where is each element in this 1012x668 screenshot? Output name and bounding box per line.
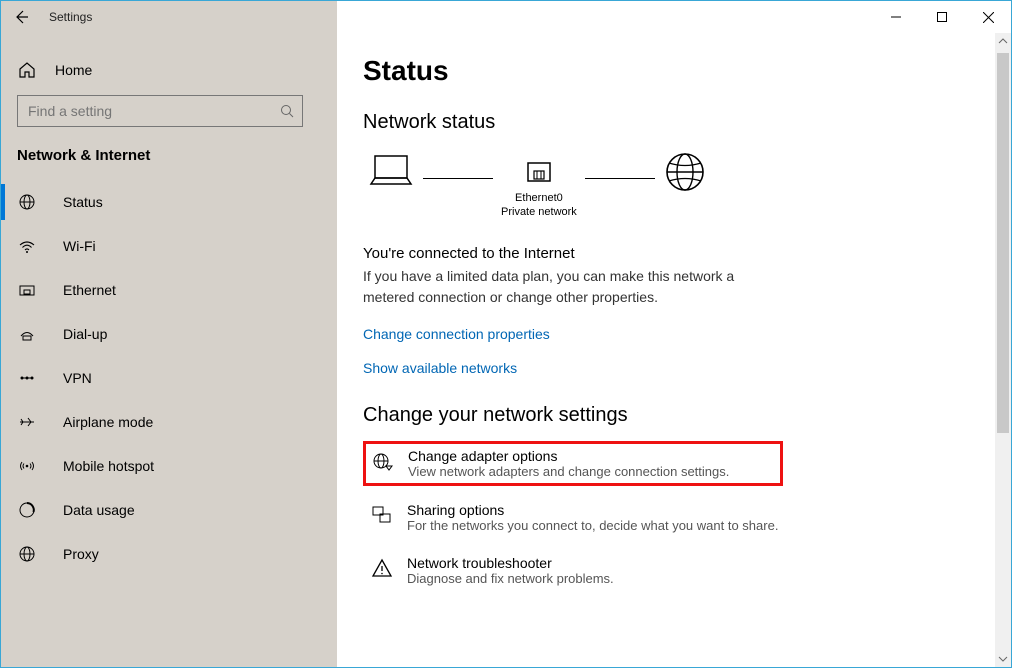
- search-input[interactable]: [26, 102, 266, 120]
- close-icon: [983, 12, 994, 23]
- window-controls: [873, 1, 1011, 33]
- scrollbar-thumb[interactable]: [997, 53, 1009, 433]
- pc-node: [367, 152, 415, 225]
- arrow-left-icon: [13, 9, 29, 25]
- titlebar: Settings: [1, 1, 1011, 33]
- main-content: Status Network status Ethernet0 Private n…: [337, 33, 1011, 667]
- link-change-connection-properties[interactable]: Change connection properties: [363, 326, 550, 342]
- proxy-icon: [17, 545, 37, 563]
- sidebar-item-proxy[interactable]: Proxy: [17, 532, 321, 576]
- adapter-name: Ethernet0: [515, 192, 563, 204]
- window-title: Settings: [49, 10, 92, 24]
- option-title: Change adapter options: [408, 448, 729, 464]
- minimize-icon: [891, 12, 901, 22]
- option-sharing[interactable]: Sharing options For the networks you con…: [363, 496, 971, 539]
- maximize-icon: [937, 12, 947, 22]
- page-title: Status: [363, 55, 971, 87]
- dialup-icon: [17, 325, 37, 343]
- airplane-icon: [17, 413, 37, 431]
- search-icon: [280, 104, 294, 118]
- globe-icon: [17, 193, 37, 211]
- section-change-settings: Change your network settings: [363, 404, 971, 427]
- settings-window: Settings Home Network & Internet: [0, 0, 1012, 668]
- sidebar-item-label: VPN: [63, 370, 92, 386]
- connection-line: [423, 178, 493, 179]
- sidebar-item-wifi[interactable]: Wi-Fi: [17, 224, 321, 268]
- sidebar-item-datausage[interactable]: Data usage: [17, 488, 321, 532]
- connection-headline: You're connected to the Internet: [363, 245, 971, 262]
- minimize-button[interactable]: [873, 1, 919, 33]
- sidebar-item-ethernet[interactable]: Ethernet: [17, 268, 321, 312]
- home-label: Home: [55, 62, 92, 78]
- connection-description: If you have a limited data plan, you can…: [363, 266, 773, 308]
- sidebar-item-airplane[interactable]: Airplane mode: [17, 400, 321, 444]
- hotspot-icon: [17, 457, 37, 475]
- search-box[interactable]: [17, 95, 303, 127]
- scrollbar[interactable]: [995, 33, 1011, 667]
- option-title: Sharing options: [407, 502, 778, 518]
- sharing-icon: [369, 502, 395, 526]
- home-button[interactable]: Home: [17, 55, 321, 85]
- wifi-icon: [17, 237, 37, 255]
- back-button[interactable]: [1, 1, 41, 33]
- option-desc: For the networks you connect to, decide …: [407, 518, 778, 533]
- option-title: Network troubleshooter: [407, 555, 614, 571]
- section-network-status: Network status: [363, 111, 971, 134]
- laptop-icon: [367, 152, 415, 192]
- close-button[interactable]: [965, 1, 1011, 33]
- sidebar-item-label: Status: [63, 194, 103, 210]
- adapter-options-icon: [370, 448, 396, 472]
- sidebar-item-hotspot[interactable]: Mobile hotspot: [17, 444, 321, 488]
- scroll-down-icon[interactable]: [995, 651, 1011, 667]
- vpn-icon: [17, 369, 37, 387]
- option-change-adapter[interactable]: Change adapter options View network adap…: [363, 441, 783, 486]
- sidebar-item-status[interactable]: Status: [17, 180, 321, 224]
- sidebar-item-label: Mobile hotspot: [63, 458, 154, 474]
- category-heading: Network & Internet: [17, 145, 321, 166]
- connection-line: [585, 178, 655, 179]
- internet-node: [663, 150, 707, 227]
- network-type: Private network: [501, 206, 577, 218]
- sidebar-item-dialup[interactable]: Dial-up: [17, 312, 321, 356]
- sidebar-item-label: Ethernet: [63, 282, 116, 298]
- maximize-button[interactable]: [919, 1, 965, 33]
- option-troubleshooter[interactable]: Network troubleshooter Diagnose and fix …: [363, 549, 971, 592]
- scroll-up-icon[interactable]: [995, 33, 1011, 49]
- network-diagram: Ethernet0 Private network: [367, 150, 971, 227]
- globe-icon: [663, 150, 707, 194]
- link-show-available-networks[interactable]: Show available networks: [363, 360, 517, 376]
- data-usage-icon: [17, 501, 37, 519]
- sidebar-item-label: Data usage: [63, 502, 135, 518]
- warning-icon: [369, 555, 395, 579]
- adapter-node: Ethernet0 Private network: [501, 157, 577, 220]
- sidebar-item-vpn[interactable]: VPN: [17, 356, 321, 400]
- option-desc: View network adapters and change connect…: [408, 464, 729, 479]
- option-desc: Diagnose and fix network problems.: [407, 571, 614, 586]
- sidebar: Home Network & Internet Status Wi-Fi: [1, 33, 337, 667]
- sidebar-item-label: Proxy: [63, 546, 99, 562]
- home-icon: [17, 61, 37, 79]
- ethernet-icon: [17, 281, 37, 299]
- sidebar-item-label: Airplane mode: [63, 414, 153, 430]
- sidebar-item-label: Dial-up: [63, 326, 107, 342]
- ethernet-adapter-icon: [524, 157, 554, 187]
- sidebar-item-label: Wi-Fi: [63, 238, 96, 254]
